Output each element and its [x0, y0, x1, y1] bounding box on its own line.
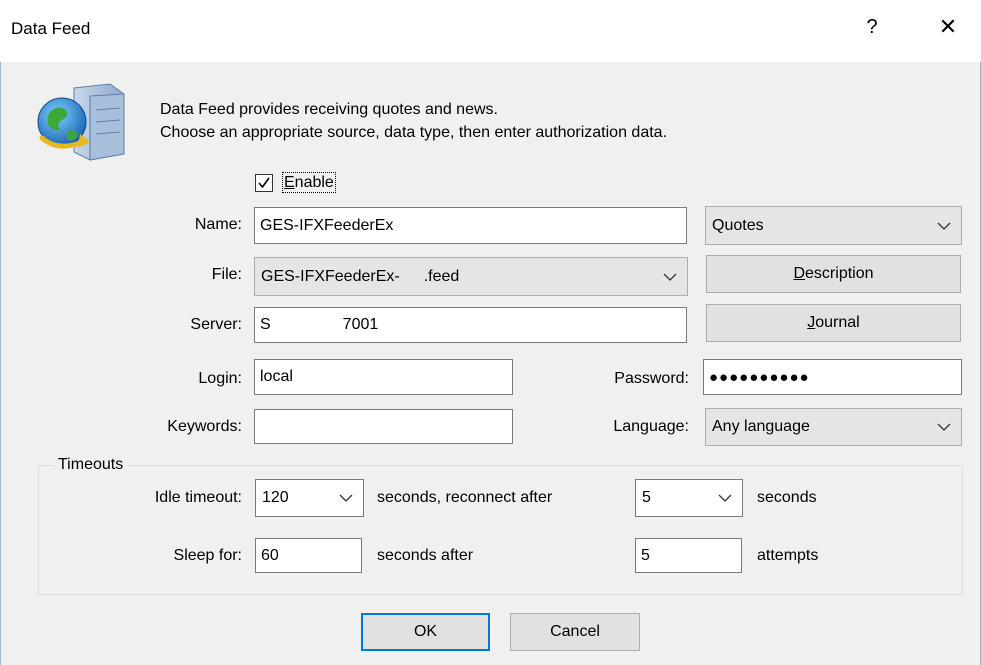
login-label: Login: [198, 370, 242, 387]
journal-button-label: ournal [815, 314, 860, 331]
keywords-input[interactable] [254, 409, 513, 444]
file-select[interactable]: GES-IFXFeederEx- .feed [254, 257, 688, 296]
window-title: Data Feed [11, 19, 91, 38]
keywords-label: Keywords: [167, 418, 242, 435]
idle-timeout-label: Idle timeout: [154, 489, 242, 506]
server-label: Server: [190, 316, 242, 333]
password-label: Password: [614, 370, 689, 387]
journal-mnemonic: J [807, 314, 816, 331]
server-input[interactable]: S 7001 [254, 307, 687, 343]
sleep-for-input[interactable]: 60 [255, 538, 362, 573]
reconnect-value: 5 [642, 489, 651, 506]
idle-timeout-select[interactable]: 120 [255, 479, 364, 517]
enable-checkbox[interactable] [255, 174, 273, 192]
type-select[interactable]: Quotes [705, 206, 962, 245]
description-line-1: Data Feed provides receiving quotes and … [160, 101, 498, 118]
title-bar: Data Feed ? ✕ [0, 0, 981, 62]
name-label: Name: [194, 216, 242, 233]
close-button[interactable]: ✕ [936, 14, 960, 40]
timeouts-title: Timeouts [54, 456, 128, 474]
file-label: File: [211, 266, 242, 283]
description-text: Data Feed provides receiving quotes and … [160, 98, 667, 144]
chevron-down-icon [937, 423, 951, 431]
checkmark-icon [258, 177, 270, 189]
attempts-input[interactable]: 5 [635, 538, 742, 573]
language-select-value: Any language [712, 418, 810, 435]
timeouts-group [38, 465, 963, 595]
description-mnemonic: D [793, 265, 806, 282]
reconnect-after-text: seconds, reconnect after [377, 489, 553, 506]
reconnect-select[interactable]: 5 [635, 479, 743, 517]
chevron-down-icon [663, 273, 677, 281]
chevron-down-icon [937, 222, 951, 230]
password-input[interactable]: ●●●●●●●●●● [703, 359, 962, 395]
attempts-text: attempts [757, 547, 819, 564]
chevron-down-icon [339, 494, 353, 502]
sleep-for-label: Sleep for: [173, 547, 242, 564]
enable-label-rest: nable [294, 174, 334, 191]
language-select[interactable]: Any language [705, 408, 962, 446]
seconds-text: seconds [757, 489, 817, 506]
window-border-left [0, 62, 1, 665]
language-label: Language: [613, 418, 689, 435]
enable-label[interactable]: Enable [282, 172, 336, 193]
idle-timeout-value: 120 [262, 489, 289, 506]
description-button-label: escription [805, 265, 874, 282]
seconds-after-text: seconds after [377, 547, 474, 564]
description-button[interactable]: Description [706, 255, 961, 293]
journal-button[interactable]: Journal [706, 304, 961, 342]
login-input[interactable]: local [254, 359, 513, 395]
type-select-value: Quotes [712, 216, 764, 234]
ok-button[interactable]: OK [361, 613, 490, 651]
data-feed-globe-server-icon [37, 83, 125, 161]
enable-mnemonic: E [284, 174, 295, 191]
name-input[interactable]: GES-IFXFeederEx [254, 207, 687, 244]
file-select-value: GES-IFXFeederEx- .feed [261, 267, 460, 285]
cancel-button[interactable]: Cancel [510, 613, 640, 651]
description-line-2: Choose an appropriate source, data type,… [160, 124, 668, 141]
help-button[interactable]: ? [862, 16, 882, 39]
chevron-down-icon [718, 494, 732, 502]
